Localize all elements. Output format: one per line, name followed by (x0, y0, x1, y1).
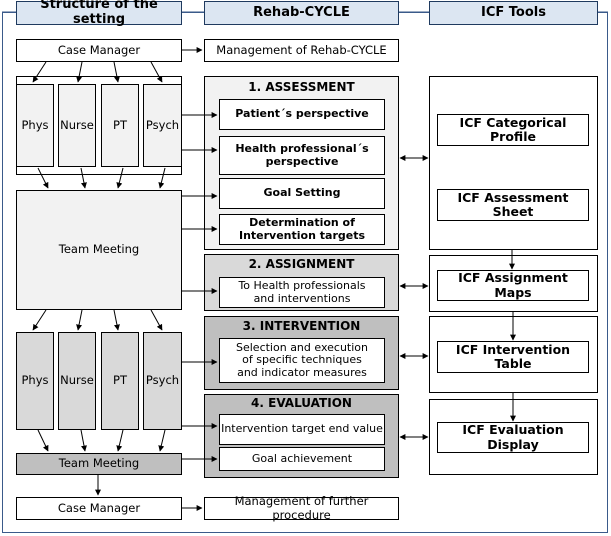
connector-arrows (2, 11, 608, 511)
rehab-cycle-diagram: Structure of the setting Rehab-CYCLE ICF… (0, 0, 611, 536)
